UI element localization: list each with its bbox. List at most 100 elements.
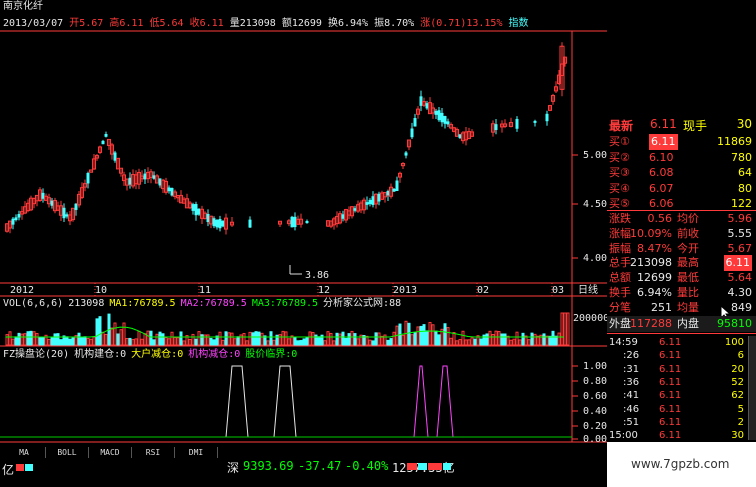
volume-bar — [542, 333, 546, 346]
volume-bar — [143, 333, 147, 346]
inner-value: 95810 — [717, 317, 752, 330]
volume-bar — [560, 312, 564, 346]
candle-body — [104, 133, 108, 137]
volume-bar — [116, 333, 120, 346]
stat-value: 213098 — [630, 256, 672, 270]
candle-body — [305, 220, 309, 224]
volume-bar — [326, 331, 330, 346]
volume-bar — [50, 337, 54, 346]
stat-value: 849 — [731, 300, 752, 314]
volume-bar — [530, 332, 534, 346]
volume-bar — [518, 339, 522, 346]
volume-bar — [248, 331, 252, 346]
stat-label: 总额 — [609, 271, 631, 285]
volume-bar — [8, 331, 12, 346]
volume-bar — [92, 336, 96, 346]
volume-bar — [533, 333, 537, 346]
volume-bar — [167, 338, 171, 346]
volume-bar — [41, 337, 45, 346]
status-right-bar — [418, 463, 427, 470]
volume-bar — [200, 334, 204, 346]
indicator-signal — [436, 365, 454, 438]
volume-bar — [488, 330, 492, 346]
status-left: 亿 — [2, 463, 15, 477]
candle-body — [215, 219, 219, 228]
volume-bar — [278, 334, 282, 346]
indicator-signal — [413, 365, 429, 438]
volume-bar — [281, 330, 285, 346]
volume-bar — [254, 331, 258, 346]
candle-body — [194, 203, 198, 216]
bid-row[interactable]: 买① 6.11 11869 — [607, 134, 756, 150]
bid-row[interactable]: 买④ 6.07 80 — [607, 181, 756, 197]
volume-bar — [218, 331, 222, 346]
volume-bar — [401, 334, 405, 346]
stat-label: 分笔 — [609, 300, 631, 314]
stat-label: 换手 — [609, 286, 631, 299]
volume-bar — [203, 334, 207, 346]
quote-panel: 最新 6.11 现手 30 买① 6.11 11869 买② 6.10 780 买③ 6.08 64 买④… — [607, 0, 756, 442]
volume-bar — [227, 332, 231, 346]
volume-bar — [458, 339, 462, 346]
tick-row[interactable]: 15:00 6.11 30 — [607, 428, 756, 443]
market-index[interactable]: 9393.69 — [243, 459, 294, 473]
price-axis-label: 4.50 — [583, 199, 608, 210]
legend-text: 机构减仓:0 — [188, 349, 241, 360]
stat-value: 10.09% — [630, 226, 672, 240]
volume-bar — [554, 335, 558, 346]
candle-body — [191, 204, 195, 211]
bid-row[interactable]: 买③ 6.08 64 — [607, 165, 756, 181]
stat-label: 均量 — [677, 300, 699, 314]
bid-label: 买④ — [609, 181, 630, 195]
volume-bar — [26, 331, 30, 346]
stat-label: 涨跌 — [609, 212, 631, 225]
stat-row: 涨跌 0.56 均价 5.96 — [607, 211, 756, 227]
volume-bar — [173, 336, 177, 346]
volume-bar — [455, 340, 459, 346]
stat-label: 最高 — [677, 256, 699, 270]
volume-bar — [224, 331, 228, 346]
legend-text: FZ操盘论(20) — [3, 349, 70, 360]
candle-body — [434, 110, 438, 115]
volume-bar — [374, 332, 378, 346]
volume-bar — [86, 337, 90, 346]
volume-bar — [80, 336, 84, 346]
stat-label: 总手 — [609, 256, 631, 270]
volume-bar — [485, 333, 489, 346]
volume-bar — [128, 337, 132, 346]
volume-header: VOL(6,6,6) 213098 MA1:76789.5 MA2:76789.5 MA… — [3, 298, 406, 309]
period-label[interactable]: 日线 — [578, 285, 598, 296]
legend-text: MA1:76789.5 — [109, 298, 176, 309]
volume-bar — [506, 335, 510, 346]
volume-bar — [188, 339, 192, 346]
chart-area: 南京化纤 2013/03/07 开5.67 高6.11 低5.64 收6.11 … — [0, 0, 609, 487]
candle-body — [14, 217, 18, 221]
candle-body — [212, 218, 216, 227]
volume-bar — [365, 335, 369, 346]
volume-bar — [17, 332, 21, 346]
bid-row[interactable]: 买② 6.10 780 — [607, 150, 756, 166]
market-label: 深 — [227, 461, 240, 475]
volume-bar — [434, 330, 438, 346]
candle-body — [404, 152, 408, 156]
candle-body — [218, 218, 222, 229]
volume-bar — [335, 332, 339, 346]
volume-bar — [527, 339, 531, 346]
indicator-axis-label: 0.00 — [583, 434, 608, 445]
bid-price: 6.07 — [649, 181, 674, 195]
volume-bar — [20, 333, 24, 346]
volume-bar — [239, 334, 243, 346]
volume-bar — [479, 338, 483, 346]
volume-bar — [338, 333, 342, 346]
volume-bar — [134, 338, 138, 346]
stat-label: 今开 — [677, 241, 699, 255]
kline-chart[interactable] — [0, 0, 607, 460]
volume-bar — [464, 339, 468, 346]
volume-bar — [29, 330, 33, 346]
candle-body — [440, 112, 444, 123]
tick-scrollbar[interactable] — [748, 336, 756, 440]
status-left-bar — [25, 464, 33, 471]
candle-body — [494, 124, 498, 130]
volume-bar — [59, 339, 63, 346]
stat-row: 总手 213098 最高 6.11 — [607, 255, 756, 272]
